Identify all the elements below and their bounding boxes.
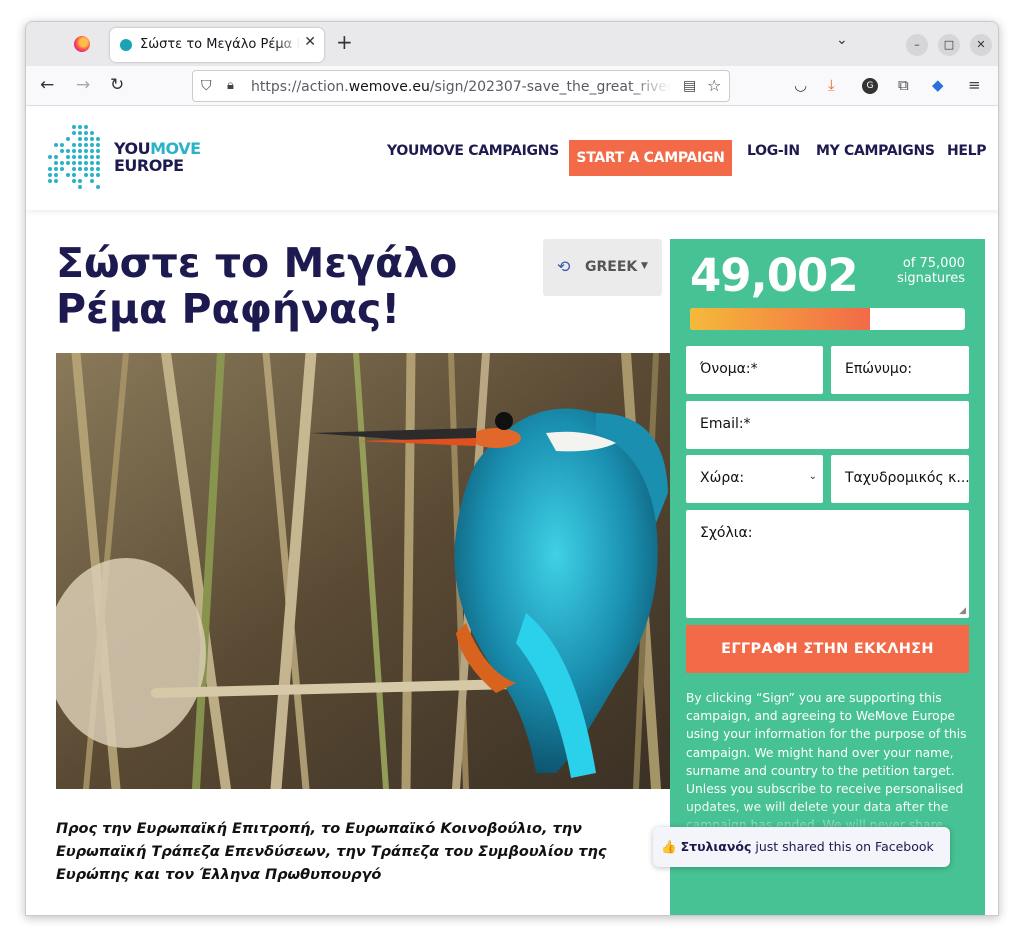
forward-icon[interactable]: → [76, 75, 90, 95]
tab-active[interactable]: Σώστε το Μεγάλο Ρέμα Ραφήνας! ✕ [110, 28, 324, 62]
nav-login[interactable]: LOG-IN [747, 143, 800, 159]
minimize-icon[interactable]: – [906, 34, 928, 56]
thumbs-up-icon: 👍 [661, 839, 677, 854]
country-select[interactable]: Χώρα: ⌄ [686, 455, 823, 503]
list-all-tabs-icon[interactable]: ⌄ [836, 32, 848, 48]
menu-icon[interactable]: ≡ [968, 76, 981, 94]
new-tab-button[interactable]: + [336, 30, 353, 54]
nav-my-campaigns[interactable]: MY CAMPAIGNS [816, 143, 935, 159]
signature-progress-fill [690, 308, 870, 330]
site-header: YOUMOVE EUROPE YOUMOVE CAMPAIGNS START A… [26, 107, 998, 210]
url-text[interactable]: https://action.wemove.eu/sign/202307-sav… [251, 79, 671, 95]
browser-window: Σώστε το Μεγάλο Ρέμα Ραφήνας! ✕ + ⌄ – □ … [25, 21, 999, 916]
profile-extension-icon[interactable]: ◆ [932, 76, 944, 94]
close-tab-icon[interactable]: ✕ [304, 34, 316, 50]
sign-petition-button[interactable]: ΕΓΓΡΑΦΗ ΣΤΗΝ ΕΚΚΛΗΣΗ [686, 625, 969, 673]
postcode-field[interactable]: Ταχυδρομικός κ... [831, 455, 969, 503]
window-close-icon[interactable]: ✕ [970, 34, 992, 56]
caret-down-icon: ▼ [641, 261, 648, 271]
signature-progress-bar [690, 308, 965, 330]
first-name-field[interactable]: Όνομα:* [686, 346, 823, 394]
firefox-icon[interactable] [74, 36, 90, 52]
maximize-icon[interactable]: □ [938, 34, 960, 56]
signature-count: 49,002 [690, 249, 859, 302]
bookmark-star-icon[interactable]: ☆ [707, 76, 721, 95]
signature-goal: of 75,000 signatures [896, 256, 965, 286]
start-campaign-button[interactable]: START A CAMPAIGN [569, 140, 732, 176]
sign-panel: 49,002 of 75,000 signatures Όνομα:* Επών… [670, 239, 985, 915]
reader-view-icon[interactable]: ▤ [683, 78, 696, 94]
chevron-down-icon: ⌄ [808, 471, 817, 482]
comments-textarea[interactable]: Σχόλια: ◢ [686, 510, 969, 618]
tab-title: Σώστε το Μεγάλο Ρέμα Ραφήνας! [140, 37, 300, 52]
navigation-toolbar: ← → ↻ ⛉ 🔒︎ https://action.wemove.eu/sign… [26, 66, 998, 106]
tab-strip: Σώστε το Μεγάλο Ρέμα Ραφήνας! ✕ + ⌄ – □ … [26, 22, 998, 66]
lock-icon[interactable]: 🔒︎ [227, 78, 234, 93]
extension-g-icon[interactable]: G [862, 78, 878, 94]
extensions-icon[interactable]: ⧉ [898, 76, 909, 94]
reload-icon[interactable]: ↻ [110, 75, 124, 95]
back-icon[interactable]: ← [40, 75, 54, 95]
address-bar[interactable]: ⛉ 🔒︎ https://action.wemove.eu/sign/20230… [192, 70, 730, 102]
translate-icon: ⟲ [557, 257, 571, 276]
logo-wordmark[interactable]: YOUMOVE EUROPE [114, 140, 201, 174]
nav-youmove-campaigns[interactable]: YOUMOVE CAMPAIGNS [387, 143, 559, 159]
page-title: Σώστε το Μεγάλο Ρέμα Ραφήνας! [56, 239, 458, 333]
sharer-name: Στυλιανός [680, 839, 752, 854]
privacy-disclaimer: By clicking “Sign” you are supporting th… [686, 691, 967, 833]
downloads-icon[interactable]: ⤓ [828, 76, 835, 94]
pocket-icon[interactable]: ◡ [794, 76, 807, 94]
site-favicon-icon [120, 39, 132, 51]
share-text: just shared this on Facebook [751, 839, 934, 854]
petition-addressees: Προς την Ευρωπαϊκή Επιτροπή, το Ευρωπαϊκ… [56, 821, 607, 883]
kingfisher-photo [56, 353, 670, 789]
europe-map-logo-icon[interactable] [44, 123, 106, 191]
language-label: GREEK [585, 259, 638, 275]
last-name-field[interactable]: Επώνυμο: [831, 346, 969, 394]
nav-help[interactable]: HELP [947, 143, 987, 159]
share-notification: 👍 Στυλιανός just shared this on Facebook [653, 827, 950, 867]
tracking-shield-icon[interactable]: ⛉ [201, 78, 212, 94]
resize-grip-icon[interactable]: ◢ [959, 606, 966, 616]
email-field[interactable]: Email:* [686, 401, 969, 449]
language-selector[interactable]: ⟲ GREEK ▼ [543, 239, 662, 296]
